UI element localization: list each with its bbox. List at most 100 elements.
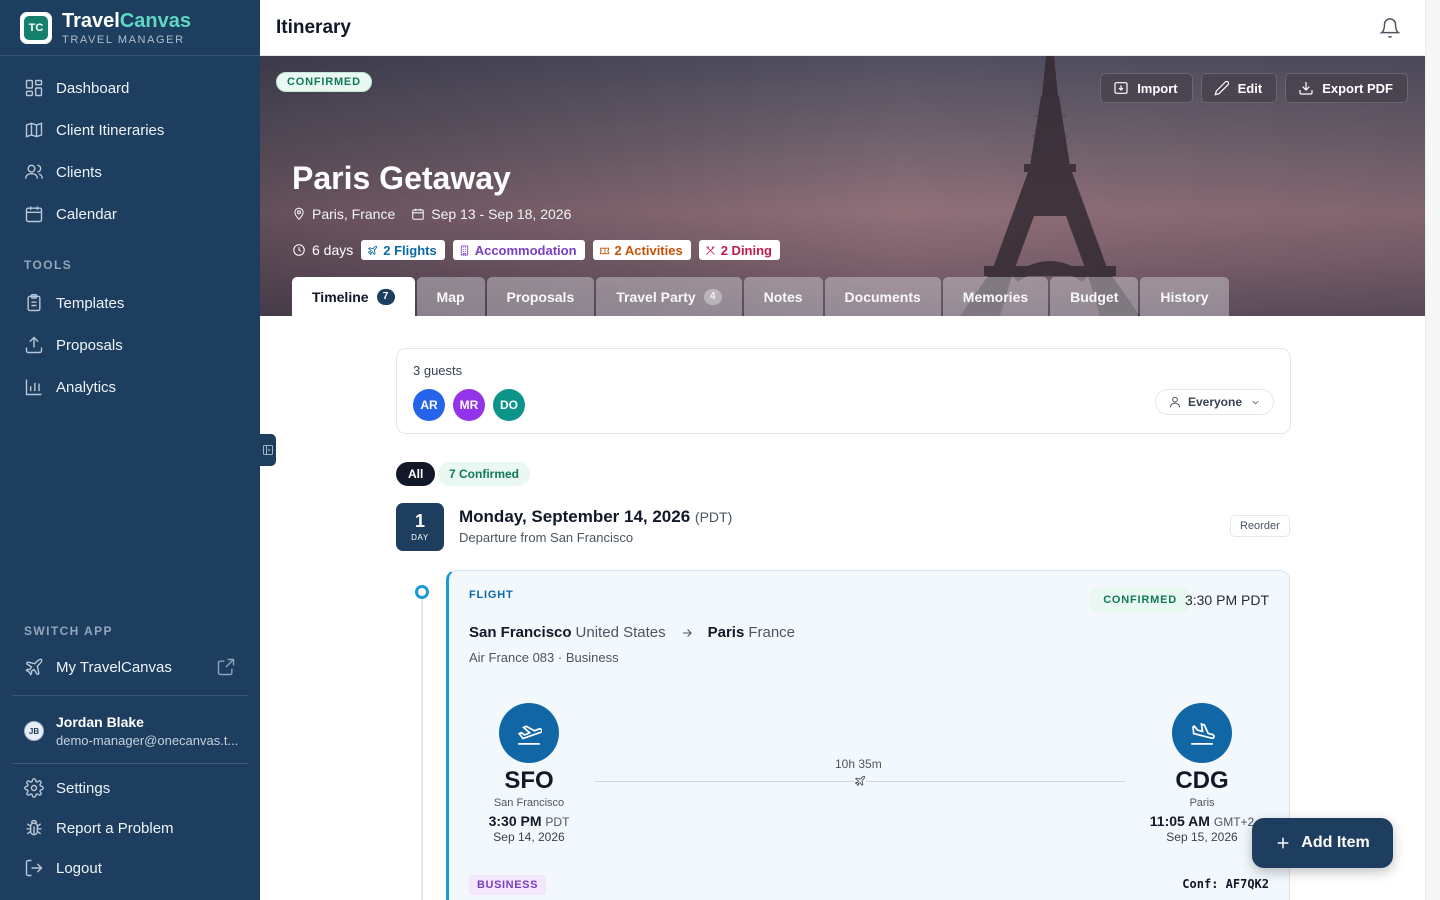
sidebar-divider xyxy=(12,763,248,764)
item-type: FLIGHT xyxy=(469,589,514,601)
timeline-dot xyxy=(415,585,429,599)
departure-time: 3:30 PM PDT xyxy=(488,813,570,829)
plus-icon xyxy=(1277,837,1289,849)
filter-all[interactable]: All xyxy=(396,462,436,486)
trip-dates: Sep 13 - Sep 18, 2026 xyxy=(431,206,572,222)
sidebar-item-report-problem[interactable]: Report a Problem xyxy=(12,810,248,846)
dashboard-icon xyxy=(25,79,43,97)
departure-airport: SFO San Francisco 3:30 PM PDT Sep 14, 20… xyxy=(459,703,599,844)
avatar[interactable]: DO xyxy=(493,389,525,421)
arrival-airport: CDG Paris 11:05 AM GMT+2 Sep 15, 2026 xyxy=(1132,703,1272,844)
sidebar-item-logout[interactable]: Logout xyxy=(12,850,248,886)
airport-code: SFO xyxy=(504,767,554,794)
status-badge: CONFIRMED xyxy=(1091,587,1189,613)
user-profile[interactable]: JB Jordan Blake demo-manager@onecanvas.t… xyxy=(24,714,238,748)
sidebar-collapse-button[interactable] xyxy=(260,434,276,466)
page-title: Itinerary xyxy=(276,16,351,38)
brand-subtitle: TRAVEL MANAGER xyxy=(62,33,185,46)
upload-icon xyxy=(25,336,43,354)
tab-map[interactable]: Map xyxy=(416,277,485,316)
sidebar: TC TravelCanvas TRAVEL MANAGER Dashboard… xyxy=(0,0,260,900)
tag-flights: 2 Flights xyxy=(361,240,445,260)
sidebar-item-calendar[interactable]: Calendar xyxy=(12,196,248,232)
airport-name: San Francisco xyxy=(493,797,565,809)
user-name: Jordan Blake xyxy=(56,714,144,730)
switch-app-section-label: SWITCH APP xyxy=(24,624,113,638)
user-email: demo-manager@onecanvas.t... xyxy=(56,733,239,748)
tab-history[interactable]: History xyxy=(1140,277,1229,316)
sidebar-item-clients[interactable]: Clients xyxy=(12,154,248,190)
confirmation-code: Conf: AF7QK2 xyxy=(1182,877,1269,891)
sidebar-divider xyxy=(12,695,248,696)
logout-icon xyxy=(25,859,43,877)
item-time: 3:30 PM PDT xyxy=(1184,592,1269,608)
itinerary-tabs: Timeline 7 Map Proposals Travel Party 4 No… xyxy=(292,277,1231,316)
user-icon xyxy=(1169,396,1181,408)
pencil-icon xyxy=(1214,80,1229,96)
departure-date: Sep 14, 2026 xyxy=(493,830,565,844)
guest-filter-select[interactable]: Everyone xyxy=(1154,389,1274,415)
tab-timeline[interactable]: Timeline 7 xyxy=(292,277,415,316)
map-pin-icon xyxy=(294,207,304,220)
filter-confirmed[interactable]: 7 Confirmed xyxy=(438,462,531,486)
calendar-icon xyxy=(25,206,43,223)
sidebar-item-templates[interactable]: Templates xyxy=(12,285,248,321)
sidebar-item-settings[interactable]: Settings xyxy=(12,770,248,806)
export-pdf-button[interactable]: Export PDF xyxy=(1285,73,1408,103)
import-button[interactable]: Import xyxy=(1100,73,1193,103)
reorder-button[interactable]: Reorder xyxy=(1230,515,1290,537)
bug-icon xyxy=(26,819,42,836)
tab-documents[interactable]: Documents xyxy=(824,277,941,316)
bar-chart-icon xyxy=(25,379,42,396)
ticket-icon xyxy=(599,247,609,254)
users-icon xyxy=(24,164,44,179)
tab-proposals[interactable]: Proposals xyxy=(486,277,595,316)
avatar[interactable]: AR xyxy=(413,389,445,421)
download-icon xyxy=(1299,82,1313,95)
flight-info: Air France 083 · Business xyxy=(469,650,619,665)
tab-budget[interactable]: Budget xyxy=(1050,277,1139,316)
arrival-date: Sep 15, 2026 xyxy=(1166,830,1238,844)
add-item-button[interactable]: Add Item xyxy=(1252,818,1393,868)
plane-landing-icon xyxy=(1191,722,1215,745)
plane-icon xyxy=(854,775,866,787)
trip-meta: Paris, France Sep 13 - Sep 18, 2026 xyxy=(292,206,571,222)
sidebar-item-analytics[interactable]: Analytics xyxy=(12,369,248,405)
avatar[interactable]: MR xyxy=(453,389,485,421)
plane-icon xyxy=(25,658,43,676)
sidebar-item-proposals[interactable]: Proposals xyxy=(12,327,248,363)
tab-travel-party[interactable]: Travel Party 4 xyxy=(596,277,742,316)
status-badge: CONFIRMED xyxy=(276,72,372,92)
tab-memories[interactable]: Memories xyxy=(942,277,1049,316)
flight-route: San Francisco United States Paris France xyxy=(469,624,795,641)
flight-duration: 10h 35m xyxy=(835,757,882,771)
tab-notes[interactable]: Notes xyxy=(743,277,823,316)
sidebar-item-dashboard[interactable]: Dashboard xyxy=(12,70,248,106)
arrival-time: 11:05 AM GMT+2 xyxy=(1149,813,1255,829)
gear-icon xyxy=(24,778,44,798)
tag-activities: 2 Activities xyxy=(592,240,691,260)
brand[interactable]: TC TravelCanvas TRAVEL MANAGER xyxy=(0,0,260,56)
day-subtitle: Departure from San Francisco xyxy=(459,530,634,545)
brand-logo: TC xyxy=(20,11,52,44)
airport-name: Paris xyxy=(1189,797,1215,809)
scrollbar[interactable] xyxy=(1425,0,1440,900)
clock-icon xyxy=(293,244,305,256)
brand-name: TravelCanvas xyxy=(62,9,191,32)
arrow-right-icon xyxy=(682,628,692,637)
flight-card[interactable]: FLIGHT CONFIRMED 3:30 PM PDT San Francis… xyxy=(446,570,1290,900)
topbar: Itinerary xyxy=(260,0,1425,56)
trip-hero: CONFIRMED Import Edit Export PDF Paris G… xyxy=(260,56,1425,316)
plane-takeoff-icon xyxy=(517,725,542,745)
edit-button[interactable]: Edit xyxy=(1200,73,1278,103)
sidebar-item-client-itineraries[interactable]: Client Itineraries xyxy=(12,112,248,148)
import-icon xyxy=(1114,82,1128,94)
day-title: Monday, September 14, 2026 (PDT) xyxy=(459,507,733,526)
plane-icon xyxy=(367,245,378,255)
sidebar-item-my-travelcanvas[interactable]: My TravelCanvas xyxy=(12,649,248,685)
trip-title: Paris Getaway xyxy=(292,160,511,196)
bell-icon[interactable] xyxy=(1379,17,1401,39)
panel-collapse-icon xyxy=(263,445,273,455)
hero-actions: Import Edit Export PDF xyxy=(1100,73,1408,103)
day-badge: 1 DAY xyxy=(396,503,444,551)
